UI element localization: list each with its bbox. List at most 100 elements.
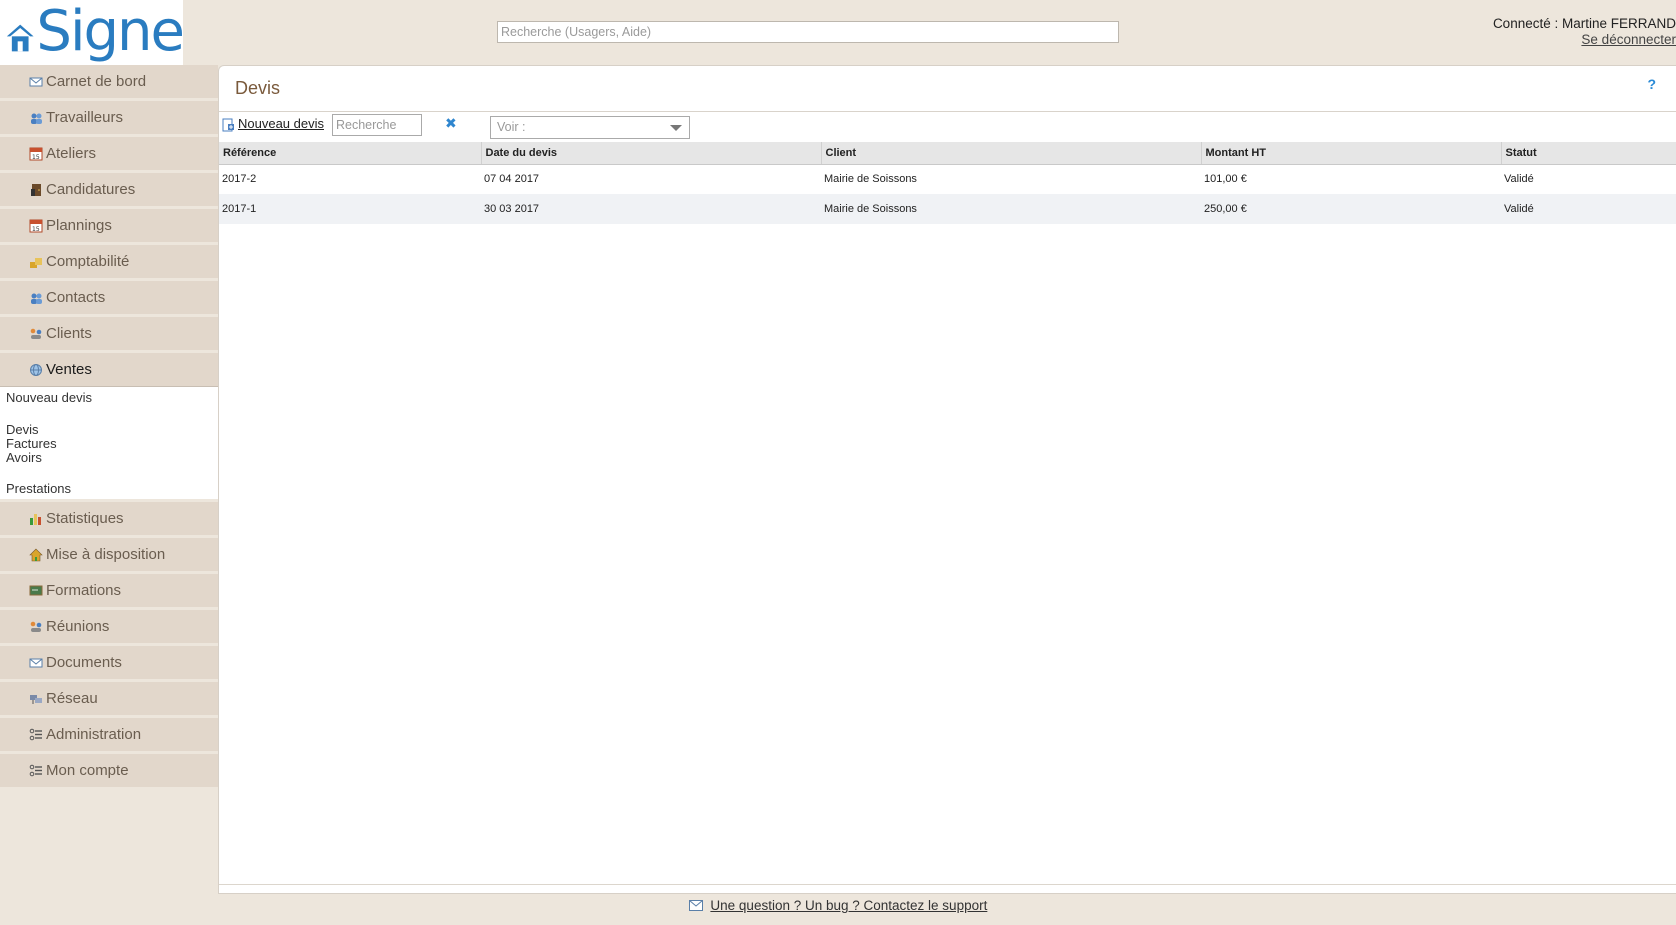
- logout-link[interactable]: Se déconnecter: [1493, 32, 1676, 48]
- svg-text:15: 15: [32, 226, 40, 233]
- new-quote-link[interactable]: Nouveau devis: [221, 114, 324, 132]
- board-icon: [29, 584, 43, 598]
- sidebar-item-contacts[interactable]: Contacts: [0, 281, 218, 314]
- cell-date: 07 04 2017: [481, 164, 821, 194]
- sidebar-item-label: Formations: [46, 582, 122, 599]
- calendar-icon: 15: [29, 219, 43, 233]
- sidebar-item-reseau[interactable]: Réseau: [0, 682, 218, 715]
- page-title: Devis: [235, 78, 281, 98]
- cell-status: Validé: [1501, 164, 1676, 194]
- sidebar-item-label: Statistiques: [46, 510, 124, 527]
- envelope-icon: [29, 75, 43, 89]
- sidebar-item-label: Travailleurs: [46, 109, 123, 126]
- column-header-date[interactable]: Date du devis: [481, 142, 822, 165]
- chevron-down-icon: [670, 125, 682, 131]
- sidebar-item-reunions[interactable]: Réunions: [0, 610, 218, 643]
- settings-list-icon: [29, 764, 43, 778]
- sidebar-item-clients[interactable]: Clients: [0, 317, 218, 350]
- sidebar-item-label: Ateliers: [46, 145, 97, 162]
- sidebar-item-label: Clients: [46, 325, 92, 342]
- bar-chart-icon: [29, 512, 43, 526]
- view-select[interactable]: Voir :: [490, 116, 690, 139]
- house-icon: [29, 548, 43, 562]
- cell-date: 30 03 2017: [481, 194, 821, 224]
- sidebar-item-label: Carnet de bord: [46, 73, 147, 90]
- envelope-icon: [29, 656, 43, 670]
- cell-client: Mairie de Soissons: [821, 194, 1201, 224]
- sidebar-item-ventes[interactable]: Ventes: [0, 353, 218, 386]
- sidebar-item-mise-a-disposition[interactable]: Mise à disposition: [0, 538, 218, 571]
- users-icon: [29, 291, 43, 305]
- submenu-item-avoirs[interactable]: Avoirs: [6, 451, 212, 465]
- sidebar-item-candidatures[interactable]: Candidatures: [0, 173, 218, 206]
- submenu-item-devis[interactable]: Devis: [6, 423, 212, 437]
- coins-icon: [29, 255, 43, 269]
- global-search-input[interactable]: [497, 21, 1119, 43]
- column-header-reference[interactable]: Référence: [219, 142, 482, 165]
- submenu-item-prestations[interactable]: Prestations: [6, 482, 212, 496]
- handshake-icon: [29, 327, 43, 341]
- logo-text: Signe: [36, 0, 185, 64]
- clear-search-icon[interactable]: ✖: [445, 115, 457, 132]
- sidebar-item-documents[interactable]: Documents: [0, 646, 218, 679]
- sidebar-item-label: Administration: [46, 726, 142, 743]
- sidebar-item-label: Contacts: [46, 289, 106, 306]
- panel-footer-bar: [219, 884, 1676, 893]
- column-header-client[interactable]: Client: [821, 142, 1202, 165]
- sidebar-item-label: Mon compte: [46, 762, 129, 779]
- sidebar: Carnet de bord Travailleurs 15 Ateliers …: [0, 65, 218, 790]
- new-document-icon: [222, 118, 234, 132]
- sidebar-item-plannings[interactable]: 15 Plannings: [0, 209, 218, 242]
- calendar-icon: 15: [29, 147, 43, 161]
- sidebar-item-formations[interactable]: Formations: [0, 574, 218, 607]
- sidebar-item-travailleurs[interactable]: Travailleurs: [0, 101, 218, 134]
- sidebar-item-statistiques[interactable]: Statistiques: [0, 502, 218, 535]
- sidebar-item-comptabilite[interactable]: Comptabilité: [0, 245, 218, 278]
- users-icon: [29, 111, 43, 125]
- column-header-amount[interactable]: Montant HT: [1201, 142, 1502, 165]
- toolbar: Nouveau devis ✖ Voir :: [219, 112, 1676, 142]
- panel-header: Devis ?: [219, 66, 1676, 112]
- cell-reference: 2017-2: [219, 164, 481, 194]
- footer: Une question ? Un bug ? Contactez le sup…: [0, 898, 1676, 913]
- sidebar-item-label: Documents: [46, 654, 122, 671]
- submenu-item-factures[interactable]: Factures: [6, 437, 212, 451]
- sidebar-item-administration[interactable]: Administration: [0, 718, 218, 751]
- table-search-input[interactable]: [332, 114, 422, 136]
- main-panel: Devis ? Nouveau devis ✖ Voir : Référence: [218, 65, 1676, 894]
- app-logo[interactable]: Signe: [0, 0, 185, 65]
- sidebar-item-label: Plannings: [46, 217, 112, 234]
- handshake-icon: [29, 620, 43, 634]
- sidebar-item-label: Ventes: [46, 361, 92, 378]
- cell-status: Validé: [1501, 194, 1676, 224]
- sidebar-item-ateliers[interactable]: 15 Ateliers: [0, 137, 218, 170]
- cell-amount: 101,00 €: [1201, 164, 1501, 194]
- ventes-submenu: Nouveau devis Devis Factures Avoirs Pres…: [0, 386, 218, 499]
- user-info: Connecté : Martine FERRAND Se déconnecte…: [1493, 16, 1676, 48]
- table-row[interactable]: 2017-2 07 04 2017 Mairie de Soissons 101…: [219, 164, 1676, 194]
- network-icon: [29, 692, 43, 706]
- connected-user-label: Connecté : Martine FERRAND: [1492, 16, 1676, 31]
- support-link[interactable]: Une question ? Un bug ? Contactez le sup…: [710, 898, 987, 913]
- submenu-item-nouveau-devis[interactable]: Nouveau devis: [6, 391, 212, 405]
- view-select-label: Voir :: [497, 120, 526, 134]
- settings-list-icon: [29, 728, 43, 742]
- cell-reference: 2017-1: [219, 194, 481, 224]
- sidebar-item-label: Candidatures: [46, 181, 136, 198]
- sidebar-item-mon-compte[interactable]: Mon compte: [0, 754, 218, 787]
- globe-icon: [29, 363, 43, 377]
- sidebar-item-label: Réseau: [46, 690, 98, 707]
- sidebar-item-label: Comptabilité: [46, 253, 130, 270]
- sidebar-item-label: Réunions: [46, 618, 110, 635]
- sidebar-item-label: Mise à disposition: [46, 546, 166, 563]
- column-header-status[interactable]: Statut: [1501, 142, 1676, 165]
- table-header-row: Référence Date du devis Client Montant H…: [219, 142, 1676, 165]
- table-row[interactable]: 2017-1 30 03 2017 Mairie de Soissons 250…: [219, 194, 1676, 224]
- help-icon[interactable]: ?: [1647, 76, 1656, 92]
- quotes-table: Référence Date du devis Client Montant H…: [219, 142, 1676, 224]
- new-quote-label: Nouveau devis: [238, 115, 324, 131]
- envelope-icon: [688, 900, 703, 911]
- door-icon: [29, 183, 43, 197]
- cell-amount: 250,00 €: [1201, 194, 1501, 224]
- sidebar-item-carnet-de-bord[interactable]: Carnet de bord: [0, 65, 218, 98]
